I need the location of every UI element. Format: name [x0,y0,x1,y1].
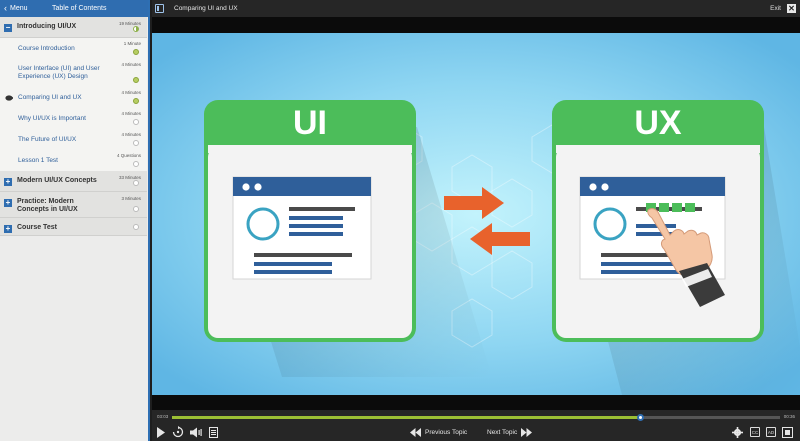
next-topic-button[interactable]: Next Topic [487,426,533,438]
lesson-duration: 4 Minutes [121,90,141,95]
previous-topic-label: Previous Topic [425,428,468,436]
chevron-left-icon: ‹ [4,3,7,13]
toc-lesson-lesson-1-test[interactable]: Lesson 1 Test 4 Questions [0,150,147,171]
toc-lesson-course-introduction[interactable]: Course Introduction 1 Minute [0,38,147,59]
lesson-title: Lesson 1 Test [18,156,58,164]
total-time: 00:36 [783,414,795,419]
document-icon [209,426,218,438]
complete-circle-icon [133,49,139,55]
progress-bar[interactable] [172,414,780,421]
incomplete-circle-icon [133,119,139,125]
lesson-duration: 4 Minutes [121,111,141,116]
ux-card-label: UX [634,104,682,142]
lesson-title: Comparing UI and UX [18,93,82,101]
complete-circle-icon [133,98,139,104]
incomplete-circle-icon [133,224,139,230]
toc-lesson-ui-ux-design[interactable]: User Interface (UI) and User Experience … [0,59,147,87]
play-button[interactable] [156,426,165,438]
toc-list: − Introducing UI/UX 19 Minutes Course In… [0,17,147,236]
lesson-duration: 4 Minutes [121,62,141,67]
ad-icon: AD [766,427,776,437]
progress-fill [172,416,641,419]
lesson-title: Why UI/UX is Important [18,114,86,122]
incomplete-circle-icon [133,140,139,146]
previous-topic-button[interactable]: Previous Topic [410,426,467,438]
incomplete-circle-icon [133,180,139,186]
fullscreen-button[interactable] [782,426,793,438]
lesson-title: Course Introduction [18,44,75,52]
rewind-icon [410,427,421,437]
ux-card: UX [552,100,764,342]
closed-captions-button[interactable]: CC [750,426,760,438]
player-controls: 03:03 00:36 Previous Topic Next Topic CC… [152,410,800,441]
lesson-title: User Interface (UI) and User Experience … [18,65,100,80]
toc-section-introducing-ui-ux[interactable]: − Introducing UI/UX 19 Minutes [0,17,147,38]
volume-button[interactable] [190,426,202,438]
menu-label: Menu [10,5,28,12]
toc-section-practice[interactable]: + Practice: Modern Concepts in UI/UX 3 M… [0,192,147,218]
audio-description-button[interactable]: AD [766,426,776,438]
lesson-title: The Future of UI/UX [18,135,77,143]
incomplete-circle-icon [133,161,139,167]
topic-title: Comparing UI and UX [174,5,238,12]
table-of-contents-sidebar: ‹ Menu Table of Contents − Introducing U… [0,0,150,441]
next-topic-label: Next Topic [487,428,518,436]
toc-section-modern-concepts[interactable]: + Modern UI/UX Concepts 33 Minutes [0,171,147,192]
section-duration: 33 Minutes [118,175,141,180]
settings-button[interactable] [732,426,743,438]
fast-forward-icon [521,427,533,437]
progress-knob[interactable] [637,414,645,421]
exit-button[interactable]: Exit [770,5,781,12]
section-title: Introducing UI/UX [17,23,77,30]
play-icon [157,426,165,438]
section-duration: 3 Minutes [121,196,141,201]
incomplete-circle-icon [133,206,139,212]
replay-icon [172,426,184,438]
expand-icon[interactable]: + [4,178,12,186]
expand-icon[interactable]: + [4,199,12,207]
current-time: 03:03 [157,414,169,419]
gear-icon [732,426,743,438]
lesson-duration: 1 Minute [123,41,141,46]
cc-icon: CC [750,427,760,437]
ui-card-label: UI [293,104,327,142]
player-top-bar: Comparing UI and UX Exit ✕ [152,0,800,17]
section-title: Modern UI/UX Concepts [17,177,97,184]
slide-illustration: UI UX [152,17,800,415]
section-title: Practice: Modern Concepts in UI/UX [17,198,78,213]
fullscreen-icon [782,426,793,438]
toggle-sidebar-icon[interactable] [155,4,164,13]
section-title: Course Test [17,224,57,231]
collapse-icon[interactable]: − [4,24,12,32]
lesson-duration: 4 Questions [116,153,141,158]
replay-button[interactable] [172,426,184,438]
ui-card: UI [204,100,416,342]
current-lesson-marker-icon [5,94,13,101]
progress-circle-icon [133,26,139,32]
expand-icon[interactable]: + [4,225,12,233]
lesson-duration: 4 Minutes [121,132,141,137]
menu-button[interactable]: ‹ Menu [0,4,28,13]
volume-icon [190,427,202,437]
sidebar-header: ‹ Menu Table of Contents [0,0,148,17]
close-icon[interactable]: ✕ [787,4,796,13]
transcript-button[interactable] [209,426,218,438]
toc-lesson-comparing-ui-ux[interactable]: Comparing UI and UX 4 Minutes [0,87,147,108]
toc-section-course-test[interactable]: + Course Test [0,218,147,236]
toc-lesson-why-ui-ux-important[interactable]: Why UI/UX is Important 4 Minutes [0,108,147,129]
slide-stage: UI UX [152,17,800,415]
section-duration: 19 Minutes [118,21,141,26]
sidebar-title: Table of Contents [52,5,107,12]
complete-circle-icon [133,77,139,83]
toc-lesson-future-of-ui-ux[interactable]: The Future of UI/UX 4 Minutes [0,129,147,150]
